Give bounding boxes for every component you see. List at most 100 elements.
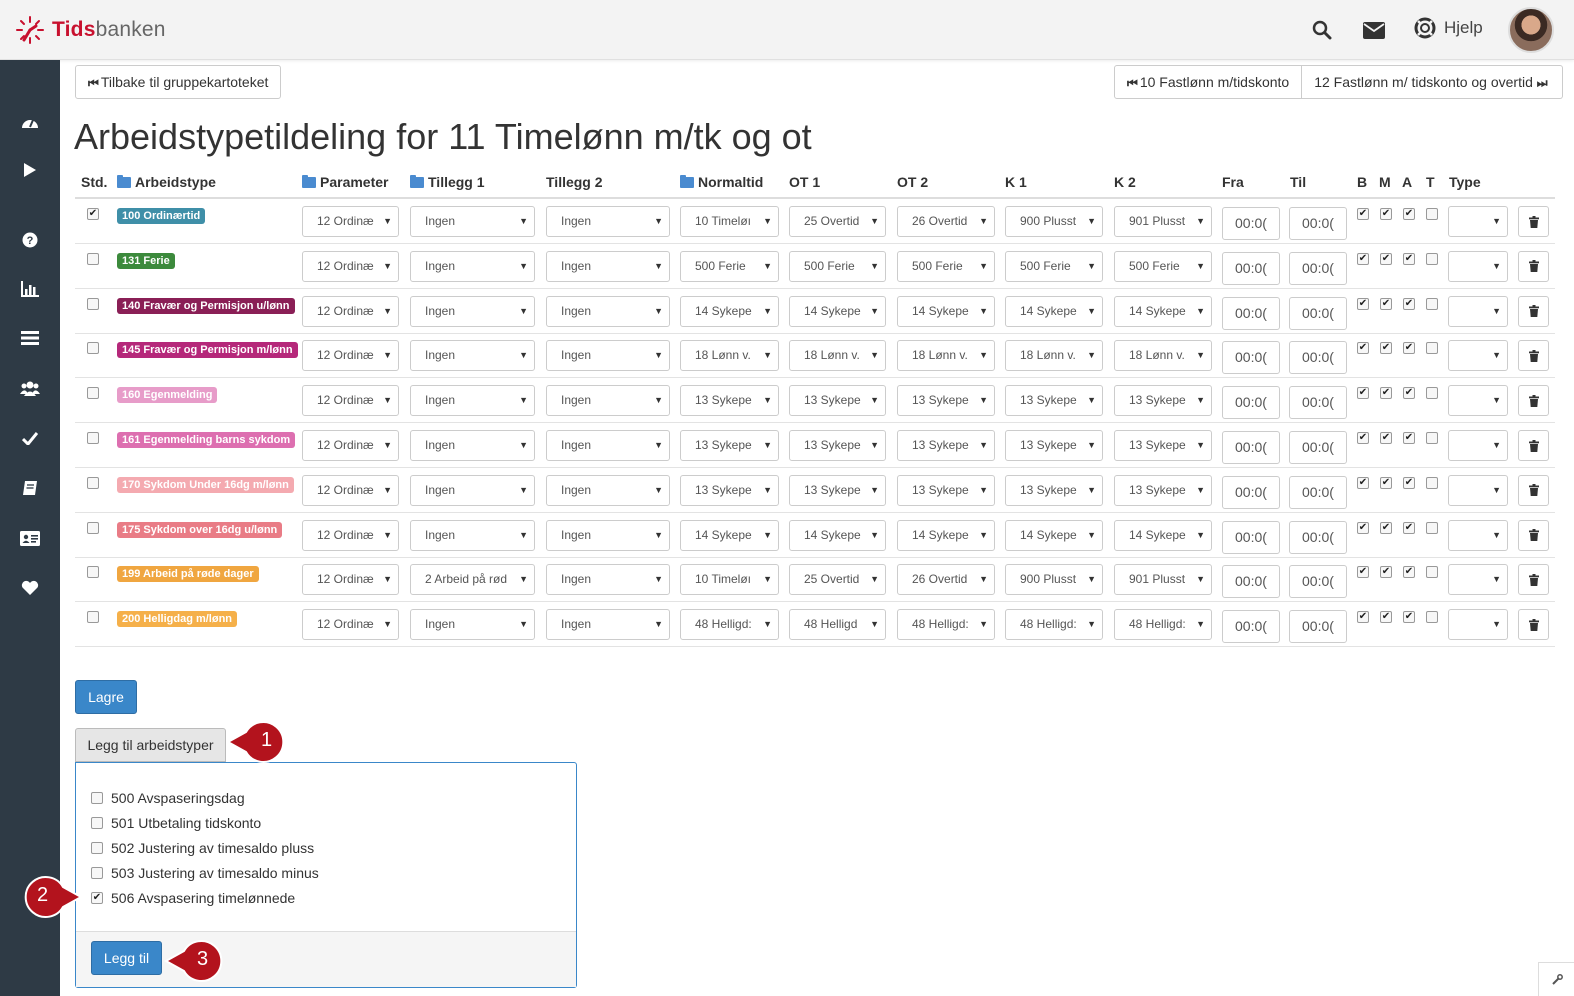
normaltid-select[interactable]: 14 Sykepe ▼ <box>680 519 779 551</box>
worktype-label[interactable]: 140 Fravær og Permisjon u/lønn <box>117 297 295 314</box>
t-flag-checkbox[interactable] <box>1426 521 1438 534</box>
a-flag-checkbox[interactable]: ✔ <box>1403 566 1415 579</box>
k2-select[interactable]: 48 Helligd: ▼ <box>1114 609 1212 641</box>
from-time-input[interactable]: 00:0( <box>1222 520 1280 554</box>
m-flag-checkbox[interactable]: ✔ <box>1380 566 1392 579</box>
to-time-input[interactable]: 00:0( <box>1289 386 1347 420</box>
ot2-select[interactable]: 18 Lønn v. ▼ <box>897 340 995 372</box>
m-flag-checkbox[interactable]: ✔ <box>1380 387 1392 400</box>
add-worktypes-toggle-button[interactable]: Legg til arbeidstyper <box>75 728 226 762</box>
add-worktype-option[interactable]: 501 Utbetaling tidskonto <box>91 815 261 831</box>
next-group-button[interactable]: 12 Fastlønn m/ tidskonto og overtid ⏭ <box>1302 65 1563 99</box>
wrench-icon[interactable] <box>1538 962 1574 996</box>
delete-row-button[interactable] <box>1518 206 1549 237</box>
help-link[interactable]: Hjelp <box>1414 17 1483 39</box>
k1-select[interactable]: 14 Sykepe ▼ <box>1005 519 1103 551</box>
type-select[interactable]: ▼ <box>1448 385 1508 417</box>
ot1-select[interactable]: 13 Sykepe ▼ <box>789 430 886 461</box>
ot1-select[interactable]: 14 Sykepe ▼ <box>789 295 886 327</box>
m-flag-checkbox[interactable]: ✔ <box>1380 432 1392 444</box>
type-select[interactable]: ▼ <box>1448 564 1508 596</box>
k2-select[interactable]: 14 Sykepe ▼ <box>1114 519 1212 551</box>
from-time-input[interactable]: 00:0( <box>1222 341 1280 375</box>
normaltid-select[interactable]: 10 Timeløı ▼ <box>680 206 779 237</box>
a-flag-checkbox[interactable]: ✔ <box>1403 611 1415 624</box>
k1-select[interactable]: 900 Plusst ▼ <box>1005 564 1103 596</box>
to-time-input[interactable]: 00:0( <box>1289 520 1347 554</box>
k2-select[interactable]: 901 Plusst ▼ <box>1114 564 1212 596</box>
bar-chart-icon[interactable] <box>20 279 40 299</box>
tillegg2-select[interactable]: Ingen ▼ <box>546 609 670 641</box>
user-avatar[interactable] <box>1508 7 1554 53</box>
delete-row-button[interactable] <box>1518 564 1549 596</box>
b-flag-checkbox[interactable]: ✔ <box>1357 432 1369 444</box>
dashboard-icon[interactable] <box>20 112 40 132</box>
ot1-select[interactable]: 25 Overtid ▼ <box>789 564 886 596</box>
id-card-icon[interactable] <box>20 528 40 548</box>
k2-select[interactable]: 13 Sykepe ▼ <box>1114 474 1212 506</box>
col-parameter[interactable]: Parameter <box>302 174 389 190</box>
list-icon[interactable] <box>20 328 40 348</box>
to-time-input[interactable]: 00:0( <box>1289 610 1347 644</box>
a-flag-checkbox[interactable]: ✔ <box>1403 476 1415 489</box>
delete-row-button[interactable] <box>1518 340 1549 372</box>
normaltid-select[interactable]: 18 Lønn v. ▼ <box>680 340 779 372</box>
worktype-label[interactable]: 100 Ordinærtid <box>117 208 206 224</box>
ot1-select[interactable]: 14 Sykepe ▼ <box>789 519 886 551</box>
k1-select[interactable]: 48 Helligd: ▼ <box>1005 609 1103 641</box>
k2-select[interactable]: 13 Sykepe ▼ <box>1114 385 1212 417</box>
users-icon[interactable] <box>20 378 40 398</box>
t-flag-checkbox[interactable] <box>1426 566 1438 579</box>
from-time-input[interactable]: 00:0( <box>1222 475 1280 509</box>
m-flag-checkbox[interactable]: ✔ <box>1380 476 1392 489</box>
tillegg1-select[interactable]: Ingen ▼ <box>410 430 535 461</box>
add-worktype-option[interactable]: 502 Justering av timesaldo pluss <box>91 840 314 856</box>
ot2-select[interactable]: 13 Sykepe ▼ <box>897 474 995 506</box>
to-time-input[interactable]: 00:0( <box>1289 296 1347 330</box>
play-icon[interactable] <box>20 160 40 180</box>
delete-row-button[interactable] <box>1518 430 1549 461</box>
ot2-select[interactable]: 500 Ferie ▼ <box>897 250 995 282</box>
type-select[interactable]: ▼ <box>1448 474 1508 506</box>
a-flag-checkbox[interactable]: ✔ <box>1403 521 1415 534</box>
normaltid-select[interactable]: 500 Ferie ▼ <box>680 250 779 282</box>
mail-icon[interactable] <box>1362 18 1386 42</box>
parameter-select[interactable]: 12 Ordinæ ▼ <box>302 385 399 417</box>
from-time-input[interactable]: 00:0( <box>1222 386 1280 420</box>
tillegg1-select[interactable]: Ingen ▼ <box>410 295 535 327</box>
default-checkbox[interactable] <box>87 611 99 624</box>
k2-select[interactable]: 18 Lønn v. ▼ <box>1114 340 1212 372</box>
tillegg2-select[interactable]: Ingen ▼ <box>546 206 670 237</box>
a-flag-checkbox[interactable]: ✔ <box>1403 387 1415 400</box>
ot1-select[interactable]: 13 Sykepe ▼ <box>789 474 886 506</box>
tillegg2-select[interactable]: Ingen ▼ <box>546 295 670 327</box>
t-flag-checkbox[interactable] <box>1426 387 1438 400</box>
k2-select[interactable]: 13 Sykepe ▼ <box>1114 430 1212 461</box>
tillegg1-select[interactable]: Ingen ▼ <box>410 519 535 551</box>
ot1-select[interactable]: 25 Overtid ▼ <box>789 206 886 237</box>
brand-logo[interactable]: Tidsbanken <box>14 14 166 46</box>
normaltid-select[interactable]: 13 Sykepe ▼ <box>680 430 779 461</box>
ot2-select[interactable]: 13 Sykepe ▼ <box>897 385 995 417</box>
k1-select[interactable]: 14 Sykepe ▼ <box>1005 295 1103 327</box>
type-select[interactable]: ▼ <box>1448 609 1508 641</box>
from-time-input[interactable]: 00:0( <box>1222 251 1280 285</box>
tillegg1-select[interactable]: Ingen ▼ <box>410 609 535 641</box>
t-flag-checkbox[interactable] <box>1426 342 1438 355</box>
search-icon[interactable] <box>1310 18 1334 42</box>
previous-group-button[interactable]: ⏮ 10 Fastlønn m/tidskonto <box>1114 65 1303 99</box>
m-flag-checkbox[interactable]: ✔ <box>1380 297 1392 310</box>
a-flag-checkbox[interactable]: ✔ <box>1403 297 1415 310</box>
parameter-select[interactable]: 12 Ordinæ ▼ <box>302 340 399 372</box>
a-flag-checkbox[interactable]: ✔ <box>1403 208 1415 220</box>
k1-select[interactable]: 13 Sykepe ▼ <box>1005 385 1103 417</box>
type-select[interactable]: ▼ <box>1448 340 1508 372</box>
type-select[interactable]: ▼ <box>1448 295 1508 327</box>
delete-row-button[interactable] <box>1518 474 1549 506</box>
b-flag-checkbox[interactable]: ✔ <box>1357 252 1369 265</box>
tillegg2-select[interactable]: Ingen ▼ <box>546 250 670 282</box>
parameter-select[interactable]: 12 Ordinæ ▼ <box>302 519 399 551</box>
parameter-select[interactable]: 12 Ordinæ ▼ <box>302 295 399 327</box>
k1-select[interactable]: 900 Plusst ▼ <box>1005 206 1103 237</box>
parameter-select[interactable]: 12 Ordinæ ▼ <box>302 474 399 506</box>
